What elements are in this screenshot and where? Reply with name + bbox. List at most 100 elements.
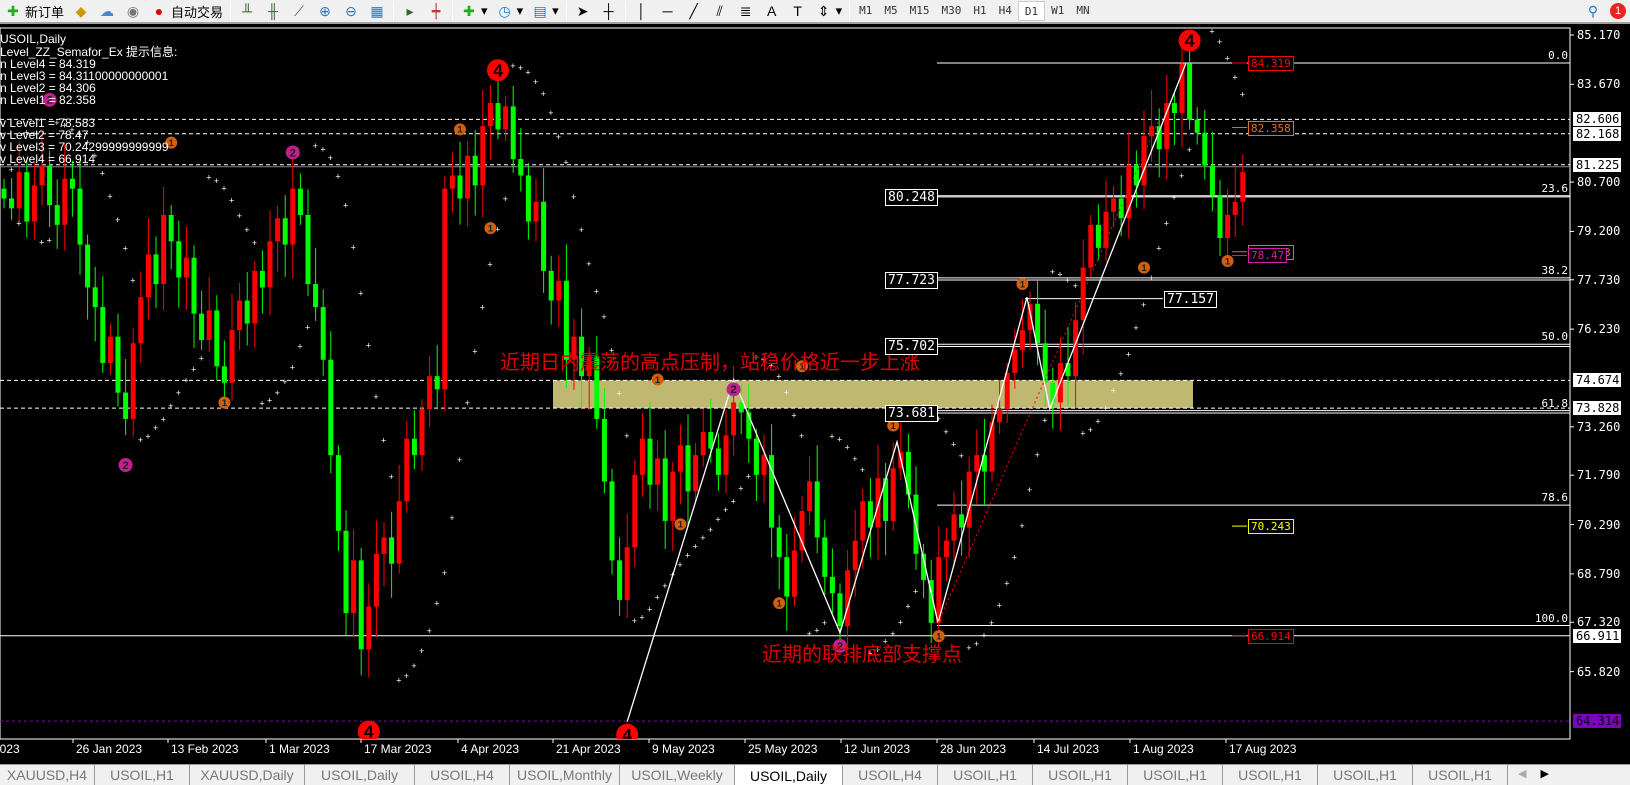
candle-body: [267, 241, 273, 288]
candle-body: [715, 448, 721, 475]
sar-dot: +: [1073, 281, 1078, 291]
sar-dot: +: [305, 323, 310, 333]
scroll-right-icon[interactable]: ▶: [1540, 767, 1548, 783]
date-label: n 2023: [0, 742, 20, 756]
candle-body: [221, 366, 227, 383]
sar-dot: +: [1118, 369, 1123, 379]
chart-tab[interactable]: USOIL,Weekly: [620, 765, 735, 785]
sar-dot: +: [951, 439, 956, 449]
candle-body: [1012, 349, 1018, 373]
semafor-number: 1: [1225, 256, 1231, 267]
candle-body: [533, 201, 539, 222]
candle-body: [1164, 103, 1170, 150]
resistance-zone: [553, 380, 1193, 409]
chart-tab[interactable]: USOIL,H4: [415, 765, 510, 785]
candle-body: [161, 214, 167, 285]
scroll-left-icon[interactable]: ◀: [1518, 767, 1526, 783]
candle-body: [632, 474, 638, 548]
chart-tab[interactable]: USOIL,H1: [1033, 765, 1128, 785]
sar-dot: +: [556, 132, 561, 142]
sar-dot: +: [662, 581, 667, 591]
candle-body: [807, 481, 813, 512]
candle-body: [328, 359, 334, 456]
price-marker-label: 74.674: [1573, 373, 1621, 388]
price-marker-label: 82.606: [1573, 112, 1621, 127]
semafor-4-marker: 4: [1178, 29, 1201, 52]
candle-body: [115, 336, 121, 393]
sar-dot: +: [715, 515, 720, 525]
sar-dot: +: [533, 77, 538, 87]
candle-body: [92, 287, 98, 308]
price-tick-label: 73.260: [1577, 419, 1621, 434]
sar-dot: +: [1171, 192, 1176, 202]
chart-tab[interactable]: XAUUSD,H4: [0, 765, 95, 785]
candle-body: [16, 172, 22, 209]
chart-tab[interactable]: USOIL,Monthly: [510, 765, 620, 785]
sar-dot: +: [449, 513, 454, 523]
semafor-level-label: 70.243: [1248, 519, 1294, 535]
sar-dot: +: [123, 243, 128, 253]
sar-dot: +: [1156, 243, 1161, 253]
sar-dot: +: [267, 396, 272, 406]
chart-tab[interactable]: USOIL,H1: [1223, 765, 1318, 785]
chart-tab[interactable]: USOIL,H1: [1128, 765, 1223, 785]
chart-tab[interactable]: USOIL,H1: [938, 765, 1033, 785]
level-label: 75.702: [885, 338, 938, 356]
candle-body: [776, 527, 782, 558]
sar-dot: +: [465, 398, 470, 408]
date-label: 28 Jun 2023: [940, 742, 1007, 756]
sar-dot: +: [351, 243, 356, 253]
sar-dot: +: [328, 153, 333, 163]
candle-body: [138, 297, 144, 344]
candle-body: [662, 458, 668, 521]
sar-dot: +: [206, 173, 211, 183]
candle-body: [966, 471, 972, 528]
semafor-number: 2: [122, 460, 128, 472]
sar-dot: +: [472, 346, 477, 356]
sar-dot: +: [563, 157, 568, 167]
candle-body: [1240, 172, 1246, 202]
chart-tab[interactable]: USOIL,Daily: [305, 765, 415, 785]
sar-dot: +: [579, 225, 584, 235]
sar-dot: +: [145, 432, 150, 442]
fib-level-label: 50.0: [1541, 330, 1569, 344]
candle-body: [199, 313, 205, 340]
sar-dot: +: [297, 342, 302, 352]
candle-body: [1111, 198, 1117, 212]
chart-tab[interactable]: USOIL,H4: [843, 765, 938, 785]
date-label: 4 Apr 2023: [461, 742, 520, 756]
sar-dot: +: [1103, 403, 1108, 413]
sar-dot: +: [191, 364, 196, 374]
sar-dot: +: [685, 550, 690, 560]
candle-body: [624, 547, 630, 600]
semafor-number: 1: [169, 138, 175, 149]
sar-dot: +: [130, 275, 135, 285]
candle-body: [1088, 224, 1094, 268]
price-tick-label: 83.670: [1577, 77, 1621, 92]
candle-body: [1225, 214, 1231, 238]
sar-dot: +: [1012, 552, 1017, 562]
sar-dot: +: [510, 61, 515, 71]
price-tick-label: 71.790: [1577, 468, 1621, 483]
candle-body: [845, 570, 851, 627]
sar-dot: +: [457, 455, 462, 465]
candle-body: [69, 178, 75, 189]
candle-body: [434, 376, 440, 390]
sar-dot: +: [107, 191, 112, 201]
sar-dot: +: [655, 592, 660, 602]
chart-tab[interactable]: USOIL,H1: [1413, 765, 1508, 785]
date-label: 17 Aug 2023: [1229, 742, 1297, 756]
candle-body: [959, 514, 965, 528]
sar-dot: +: [1050, 267, 1055, 277]
candle-body: [320, 307, 326, 360]
sar-dot: +: [100, 168, 105, 178]
chart-tab[interactable]: USOIL,Daily: [735, 765, 843, 785]
chart-tab[interactable]: USOIL,H1: [95, 765, 190, 785]
chart-tab[interactable]: XAUUSD,Daily: [190, 765, 305, 785]
candle-body: [54, 205, 60, 225]
candle-body: [799, 511, 805, 551]
chart-tab[interactable]: USOIL,H1: [1318, 765, 1413, 785]
semafor-level-label: 84.319: [1248, 55, 1294, 71]
candle-body: [366, 606, 372, 650]
fib-level-label: 38.2: [1541, 263, 1569, 277]
